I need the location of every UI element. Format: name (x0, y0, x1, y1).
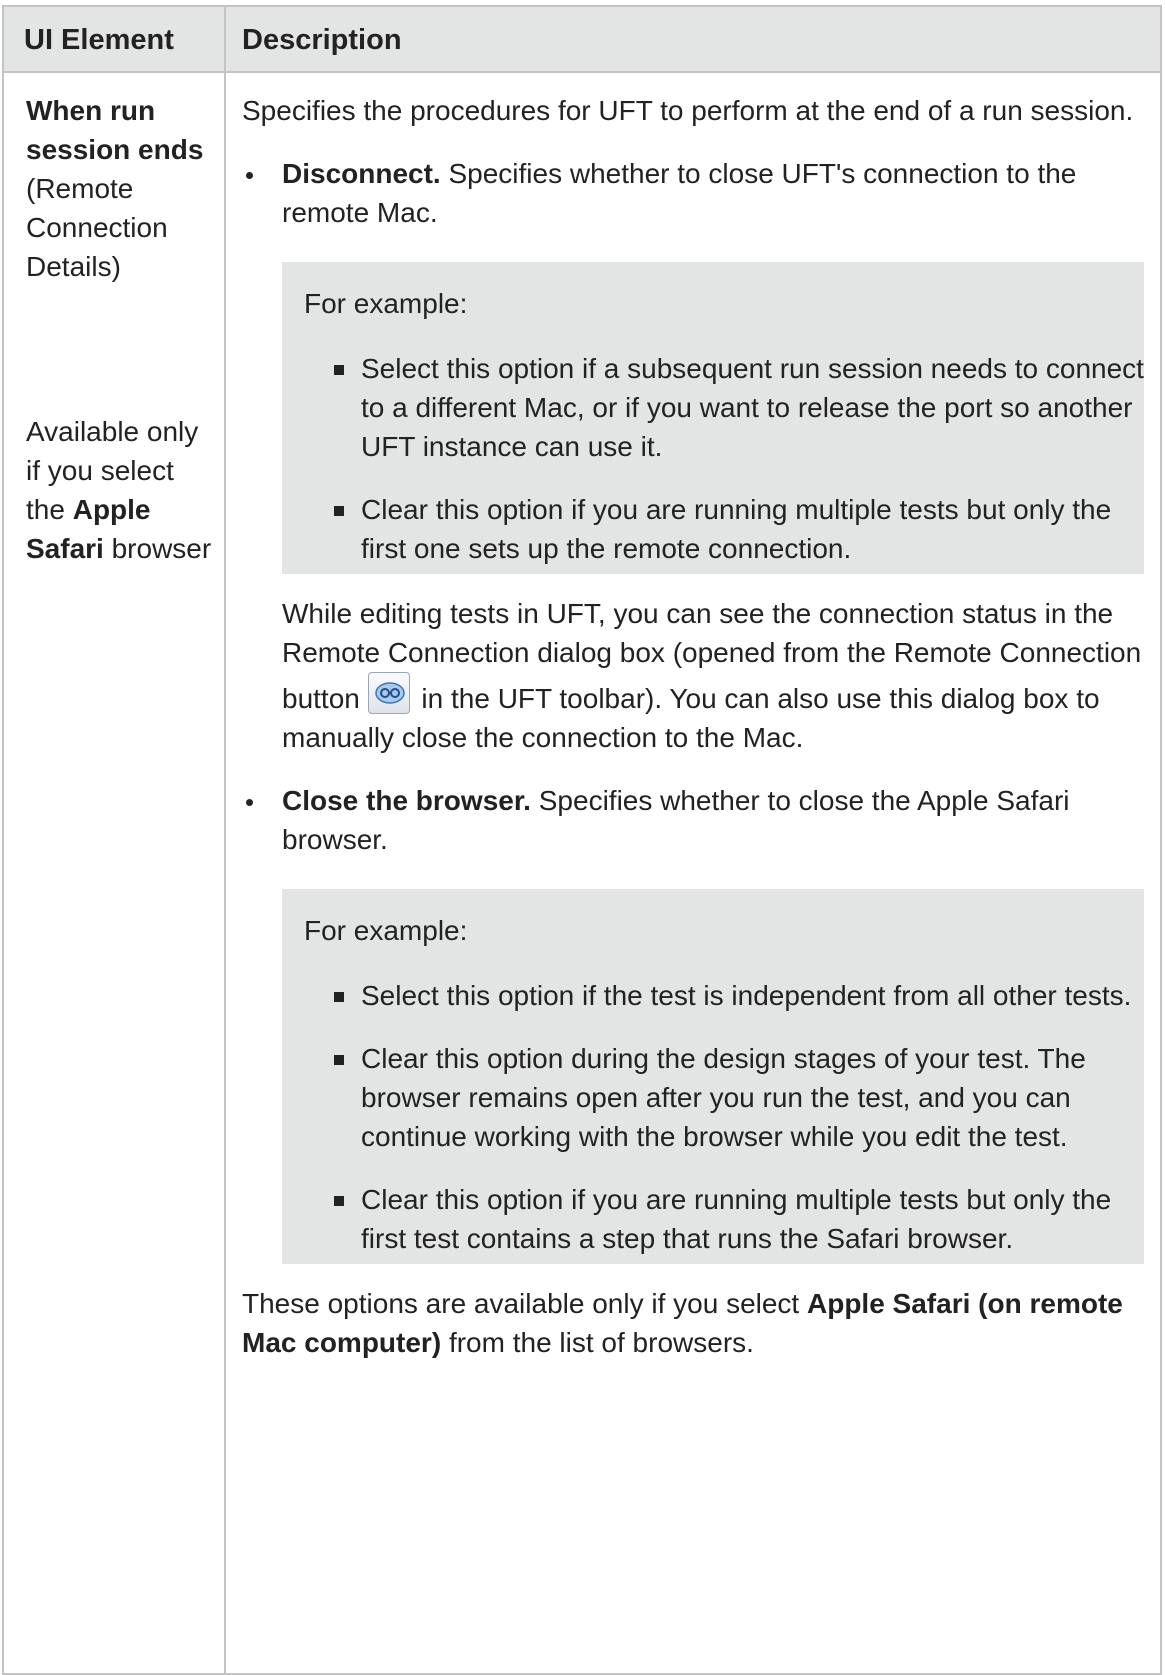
availability-suffix: browser (111, 533, 212, 564)
header-description: Description (242, 24, 402, 56)
disconnect-followup: While editing tests in UFT, you can see … (242, 594, 1144, 757)
note-item: Clear this option if you are running mul… (304, 490, 1144, 568)
bullet-close-browser: Close the browser. Specifies whether to … (242, 781, 1144, 859)
close-browser-title: Close the browser. (282, 785, 531, 816)
disconnect-title: Disconnect. (282, 158, 441, 189)
element-availability: Available only if you select the Apple S… (26, 412, 216, 568)
note-item: Clear this option during the design stag… (304, 1039, 1144, 1156)
element-name: When run session ends (26, 95, 204, 165)
note-item: Clear this option if you are running mul… (304, 1180, 1144, 1258)
note-heading: For example: (304, 915, 468, 946)
footer-prefix: These options are available only if you … (242, 1288, 800, 1319)
column-divider (224, 7, 226, 1673)
note-heading: For example: (304, 288, 468, 319)
remote-connection-icon (367, 672, 410, 714)
footer-suffix: from the list of browsers. (448, 1327, 754, 1358)
ui-element-table: UI Element Description When run session … (2, 5, 1162, 1675)
note-item: Select this option if a subsequent run s… (304, 349, 1144, 466)
bullet-disconnect: Disconnect. Specifies whether to close U… (242, 154, 1144, 232)
ui-element-cell: When run session ends (Remote Connection… (26, 91, 216, 568)
table-header: UI Element Description (4, 7, 1160, 73)
description-cell: Specifies the procedures for UFT to perf… (242, 91, 1144, 1362)
disconnect-note: For example: Select this option if a sub… (282, 262, 1144, 574)
note-item: Select this option if the test is indepe… (304, 976, 1144, 1015)
footer-text: These options are available only if you … (242, 1284, 1144, 1362)
header-ui-element: UI Element (24, 24, 174, 56)
intro-text: Specifies the procedures for UFT to perf… (242, 95, 1134, 126)
element-context: (Remote Connection Details) (26, 173, 168, 282)
close-browser-note: For example: Select this option if the t… (282, 889, 1144, 1264)
